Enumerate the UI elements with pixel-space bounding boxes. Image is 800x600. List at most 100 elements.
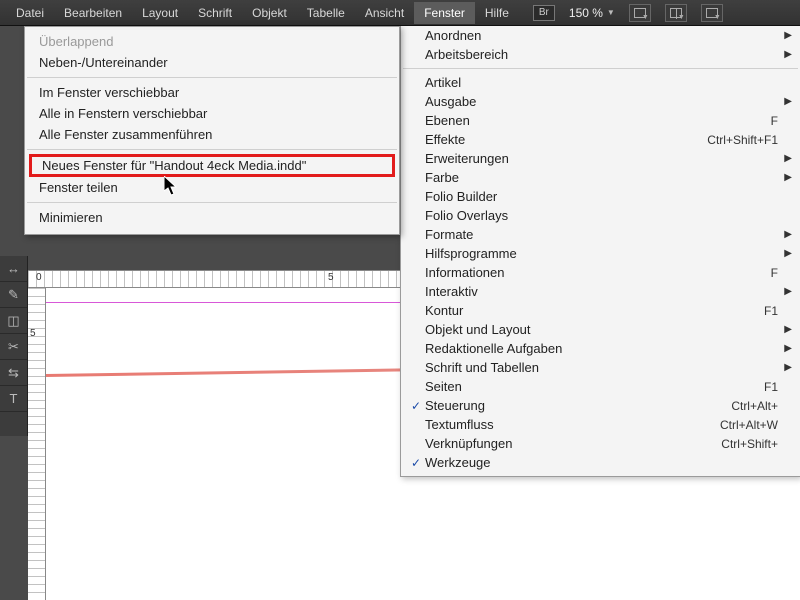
menu-shortcut: F1	[756, 304, 778, 318]
menu-item[interactable]: Anordnen▶	[401, 26, 800, 45]
chevron-down-icon: ▼	[607, 8, 615, 17]
menu-separator	[403, 68, 798, 69]
menu-separator	[27, 202, 397, 203]
menu-item[interactable]: Interaktiv ▶	[401, 282, 800, 301]
menu-item-label: Arbeitsbereich	[425, 47, 770, 62]
submenu-arrow-icon: ▶	[778, 229, 792, 240]
menu-item: Überlappend	[25, 31, 399, 52]
ruler-h-tick: 0	[36, 272, 42, 283]
menu-item-label: Interaktiv	[425, 284, 770, 299]
zoom-value: 150 %	[569, 6, 603, 20]
tool-slot-6[interactable]: T	[0, 386, 27, 412]
fenster-submenu-dropdown: Anordnen▶Arbeitsbereich▶ArtikelAusgabe▶E…	[400, 26, 800, 477]
menu-ansicht[interactable]: Ansicht	[355, 2, 414, 24]
menu-item[interactable]: Fenster teilen	[25, 177, 399, 198]
menu-item[interactable]: Ausgabe ▶	[401, 92, 800, 111]
submenu-arrow-icon: ▶	[778, 362, 792, 373]
menu-item[interactable]: EbenenF	[401, 111, 800, 130]
menu-item[interactable]: Redaktionelle Aufgaben ▶	[401, 339, 800, 358]
menu-item[interactable]: Minimieren	[25, 207, 399, 228]
check-icon: ✓	[407, 399, 425, 413]
menu-item-label: Farbe	[425, 170, 770, 185]
menu-objekt[interactable]: Objekt	[242, 2, 297, 24]
screen-mode-button[interactable]: ▼	[629, 4, 651, 22]
menu-schrift[interactable]: Schrift	[188, 2, 242, 24]
menu-item[interactable]: Folio Builder	[401, 187, 800, 206]
tool-strip: ↔ ✎ ◫ ✂ ⇆ T	[0, 256, 28, 436]
menu-item[interactable]: Objekt und Layout ▶	[401, 320, 800, 339]
menu-item-label: Werkzeuge	[425, 455, 770, 470]
tool-slot-3[interactable]: ◫	[0, 308, 27, 334]
menu-shortcut: F	[763, 114, 778, 128]
menu-separator	[27, 77, 397, 78]
submenu-arrow-icon: ▶	[778, 286, 792, 297]
menubar: Datei Bearbeiten Layout Schrift Objekt T…	[0, 0, 800, 26]
menu-item-label: Formate	[425, 227, 770, 242]
menu-layout[interactable]: Layout	[132, 2, 188, 24]
tool-slot-5[interactable]: ⇆	[0, 360, 27, 386]
menu-item[interactable]: ✓Werkzeuge	[401, 453, 800, 472]
menu-item[interactable]: SeitenF1	[401, 377, 800, 396]
menu-item-label: Folio Builder	[425, 189, 770, 204]
menu-item[interactable]: InformationenF	[401, 263, 800, 282]
menu-item[interactable]: Farbe ▶	[401, 168, 800, 187]
workspace-switcher-button[interactable]: ▼	[701, 4, 723, 22]
menu-item[interactable]: Im Fenster verschiebbar	[25, 82, 399, 103]
menu-item[interactable]: Alle Fenster zusammenführen	[25, 124, 399, 145]
menu-item[interactable]: EffekteCtrl+Shift+F1	[401, 130, 800, 149]
menu-shortcut: Ctrl+Shift+F1	[699, 133, 778, 147]
zoom-level[interactable]: 150 % ▼	[569, 6, 615, 20]
submenu-arrow-icon: ▶	[778, 172, 792, 183]
menu-item[interactable]: Erweiterungen ▶	[401, 149, 800, 168]
fenster-menu-dropdown: ÜberlappendNeben-/Untereinander Im Fenste…	[24, 26, 400, 235]
menu-bearbeiten[interactable]: Bearbeiten	[54, 2, 132, 24]
menu-tabelle[interactable]: Tabelle	[297, 2, 355, 24]
menu-item[interactable]: Neues Fenster für "Handout 4eck Media.in…	[29, 154, 395, 177]
menu-separator	[27, 149, 397, 150]
menu-item[interactable]: Arbeitsbereich ▶	[401, 45, 800, 64]
menu-fenster[interactable]: Fenster	[414, 2, 475, 24]
menu-item[interactable]: Alle in Fenstern verschiebbar	[25, 103, 399, 124]
menu-item-label: Redaktionelle Aufgaben	[425, 341, 770, 356]
menu-shortcut: F1	[756, 380, 778, 394]
menu-shortcut: Ctrl+Alt+W	[712, 418, 778, 432]
submenu-arrow-icon: ▶	[778, 343, 792, 354]
tool-slot-2[interactable]: ✎	[0, 282, 27, 308]
menu-item[interactable]: TextumflussCtrl+Alt+W	[401, 415, 800, 434]
menu-item-label: Verknüpfungen	[425, 436, 713, 451]
submenu-arrow-icon: ▶	[778, 324, 792, 335]
submenu-arrow-icon: ▶	[778, 96, 792, 107]
menu-item-label: Seiten	[425, 379, 756, 394]
menu-item-label: Anordnen	[425, 28, 770, 43]
submenu-arrow-icon: ▶	[778, 49, 792, 60]
tool-slot-1[interactable]: ↔	[0, 256, 27, 282]
menu-item-label: Objekt und Layout	[425, 322, 770, 337]
menu-item[interactable]: ✓SteuerungCtrl+Alt+	[401, 396, 800, 415]
menu-item-label: Hilfsprogramme	[425, 246, 770, 261]
menu-item[interactable]: Schrift und Tabellen ▶	[401, 358, 800, 377]
submenu-arrow-icon: ▶	[778, 153, 792, 164]
menu-item-label: Ausgabe	[425, 94, 770, 109]
menu-item[interactable]: Folio Overlays	[401, 206, 800, 225]
menu-item-label: Textumfluss	[425, 417, 712, 432]
ruler-v-tick: 5	[30, 328, 36, 339]
menu-item[interactable]: KonturF1	[401, 301, 800, 320]
menu-item[interactable]: Artikel	[401, 73, 800, 92]
bridge-button[interactable]: Br	[533, 5, 555, 21]
menu-shortcut: Ctrl+Alt+	[723, 399, 778, 413]
menu-item[interactable]: VerknüpfungenCtrl+Shift+	[401, 434, 800, 453]
menu-item-label: Schrift und Tabellen	[425, 360, 770, 375]
menu-item[interactable]: Formate ▶	[401, 225, 800, 244]
menu-item[interactable]: Hilfsprogramme ▶	[401, 244, 800, 263]
menu-shortcut: Ctrl+Shift+	[713, 437, 778, 451]
menu-hilfe[interactable]: Hilfe	[475, 2, 519, 24]
menu-shortcut: F	[763, 266, 778, 280]
tool-slot-4[interactable]: ✂	[0, 334, 27, 360]
menu-datei[interactable]: Datei	[6, 2, 54, 24]
check-icon: ✓	[407, 456, 425, 470]
menu-item-label: Erweiterungen	[425, 151, 770, 166]
arrange-documents-button[interactable]: ▼	[665, 4, 687, 22]
submenu-arrow-icon: ▶	[778, 248, 792, 259]
menu-item[interactable]: Neben-/Untereinander	[25, 52, 399, 73]
ruler-vertical[interactable]: 5	[28, 288, 46, 600]
